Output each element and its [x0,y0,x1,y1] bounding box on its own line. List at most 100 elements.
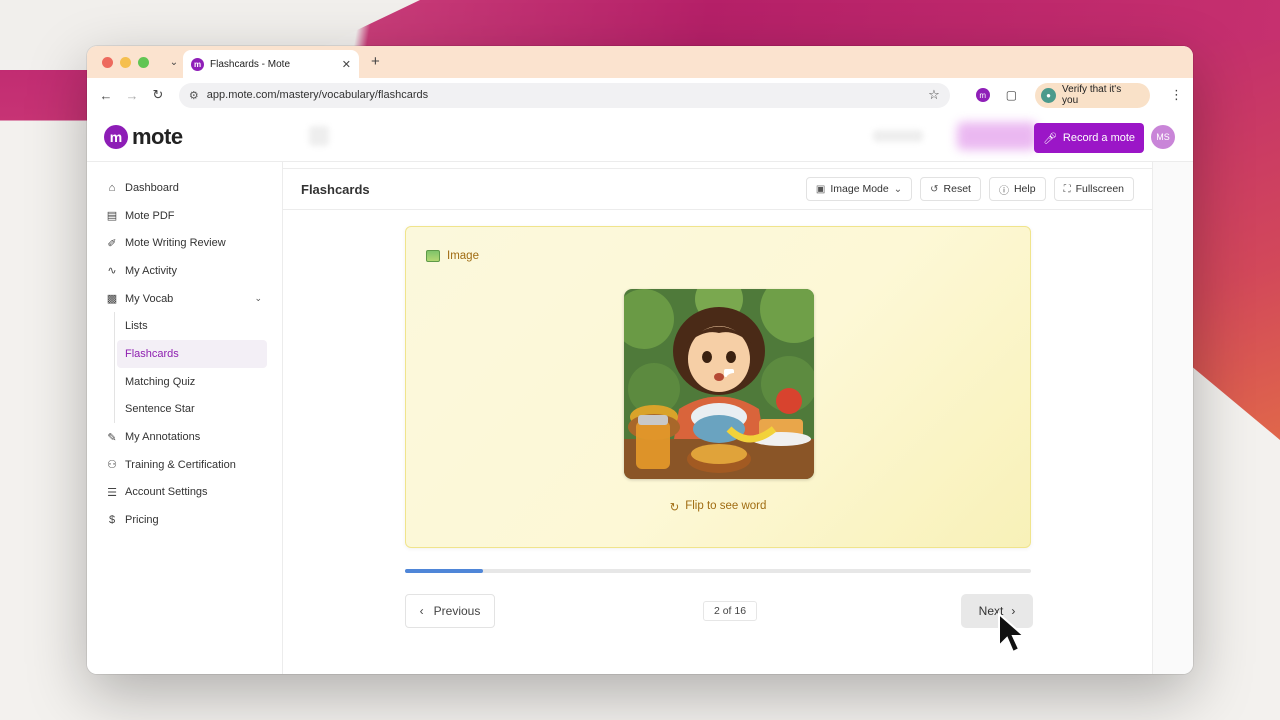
mouse-cursor-icon [998,612,1027,654]
window-controls [102,56,149,68]
flashcards-panel: Flashcards ▣ Image Mode ⌄ ↺ Reset ⓘ Help… [283,162,1153,674]
reset-button[interactable]: ↺ Reset [920,177,981,201]
picture-icon [426,250,440,262]
sidebar-item-matching-quiz[interactable]: Matching Quiz [125,368,282,396]
sidebar-item-label: Account Settings [125,486,208,499]
logo-text: mote [132,123,183,149]
sidebar-item-lists[interactable]: Lists [125,312,282,340]
mote-logo[interactable]: m mote [104,124,183,150]
user-avatar[interactable]: MS [1151,125,1175,149]
browser-tab[interactable]: m Flashcards - Mote ✕ [183,50,359,78]
pen-icon: ✐ [107,237,117,250]
sidebar-item-label: My Annotations [125,431,201,444]
image-icon: ▣ [815,183,826,195]
sidebar-item-label: Sentence Star [125,403,195,416]
home-icon: ⌂ [108,181,116,194]
sidebar-item-training[interactable]: ⚇ Training & Certification [87,451,282,479]
card-counter: 2 of 16 [703,601,757,621]
minimize-window-button[interactable] [120,56,131,68]
page-title: Flashcards [301,181,370,197]
previous-label: Previous [433,604,481,618]
card-type-label: Image [447,250,479,262]
browser-menu-icon[interactable]: ⋮ [1170,87,1183,103]
sidebar-item-label: Training & Certification [125,458,236,471]
help-label: Help [1013,183,1036,195]
dollar-icon: $ [108,514,116,527]
tab-title: Flashcards - Mote [210,58,291,70]
mote-extension-icon[interactable]: m [975,88,990,102]
sidebar-item-sentence-star[interactable]: Sentence Star [125,396,282,424]
app-body: ⌂ Dashboard ▤ Mote PDF ✐ Mote Writing Re… [87,162,1193,674]
image-mode-dropdown[interactable]: ▣ Image Mode ⌄ [805,177,913,201]
sidebar-item-activity[interactable]: ∿ My Activity [87,257,282,285]
card-type-tag: Image [426,250,479,262]
progress-bar [405,569,1031,573]
sidebar-item-account-settings[interactable]: ☰ Account Settings [87,479,282,507]
highlighter-icon: ✎ [107,431,117,444]
address-bar[interactable]: ⚙ app.mote.com/mastery/vocabulary/flashc… [178,82,950,108]
back-arrow-icon[interactable]: ← [97,88,115,103]
fullscreen-button[interactable]: ⛶ Fullscreen [1053,177,1134,201]
sidebar-item-mote-pdf[interactable]: ▤ Mote PDF [87,202,282,230]
sidebar: ⌂ Dashboard ▤ Mote PDF ✐ Mote Writing Re… [87,162,283,674]
flip-icon: ↻ [669,502,680,514]
document-icon: ▤ [106,210,118,223]
forward-arrow-icon[interactable]: → [123,88,141,103]
record-mote-button[interactable]: 🎤︎ Record a mote [1034,123,1144,153]
blurred-element [957,122,1037,150]
chevron-down-icon: ⌄ [893,183,903,195]
blurred-element [873,130,923,142]
tab-search-chevron-icon[interactable]: ⌄ [167,57,181,68]
new-tab-icon[interactable]: + [371,53,380,70]
sidebar-item-dashboard[interactable]: ⌂ Dashboard [87,174,282,202]
tab-close-icon[interactable]: ✕ [342,58,351,71]
sidebar-item-label: Flashcards [125,347,179,360]
help-icon: ⓘ [998,185,1009,197]
logo-mark-icon: m [104,124,128,149]
sliders-icon: ☰ [107,486,117,499]
verify-profile-button[interactable]: ● Verify that it's you [1035,82,1150,108]
close-window-button[interactable] [102,56,113,68]
record-label: Record a mote [1062,132,1136,144]
vocab-submenu: Lists Flashcards Matching Quiz Sentence … [114,312,282,424]
flip-hint-label: Flip to see word [685,500,767,512]
chevron-down-icon[interactable]: ⌄ [254,293,262,304]
fullscreen-icon: ⛶ [1063,183,1071,195]
blurred-element [309,126,329,146]
url-text: app.mote.com/mastery/vocabulary/flashcar… [206,89,429,101]
reset-label: Reset [943,183,971,195]
sidebar-item-my-vocab[interactable]: ▩ My Vocab ⌄ [87,285,282,313]
sidebar-item-writing-review[interactable]: ✐ Mote Writing Review [87,229,282,257]
sidebar-item-label: Mote PDF [125,209,175,222]
sidebar-item-annotations[interactable]: ✎ My Annotations [87,423,282,451]
flip-hint[interactable]: ↻ Flip to see word [406,500,1030,514]
app-header: m mote 🎤︎ Record a mote MS [87,112,1193,162]
sidebar-item-flashcards[interactable]: Flashcards [117,340,267,368]
profile-avatar-icon: ● [1041,87,1057,103]
flashcard[interactable]: Image ↻ Flip to see word [405,226,1031,548]
help-button[interactable]: ⓘ Help [988,177,1046,201]
sidebar-item-label: Matching Quiz [125,375,196,388]
chevron-left-icon: ‹ [419,604,424,618]
maximize-window-button[interactable] [138,56,149,68]
previous-button[interactable]: ‹ Previous [405,594,495,628]
site-settings-icon[interactable]: ⚙ [189,89,199,102]
toolbar-row: ← → ↻ ⚙ app.mote.com/mastery/vocabulary/… [87,78,1193,112]
extensions-puzzle-icon[interactable]: ▢ [1006,88,1017,102]
sidebar-item-label: My Vocab [125,292,174,305]
reset-icon: ↺ [930,183,939,195]
mode-label: Image Mode [830,183,889,195]
reload-icon[interactable]: ↻ [149,87,167,103]
bookmark-star-icon[interactable]: ☆ [928,87,940,103]
sidebar-item-label: Lists [125,320,148,333]
sidebar-item-label: Dashboard [125,181,179,194]
main-content: Flashcards ▣ Image Mode ⌄ ↺ Reset ⓘ Help… [283,162,1193,674]
sidebar-item-label: Mote Writing Review [125,237,226,250]
fullscreen-label: Fullscreen [1075,183,1124,195]
book-icon: ▩ [106,293,118,306]
sidebar-item-label: My Activity [125,264,177,277]
sidebar-item-pricing[interactable]: $ Pricing [87,506,282,534]
activity-icon: ∿ [107,265,117,278]
tab-strip: ⌄ m Flashcards - Mote ✕ + [87,46,1193,78]
browser-window: ⌄ m Flashcards - Mote ✕ + ← → ↻ ⚙ app.mo… [87,46,1193,674]
